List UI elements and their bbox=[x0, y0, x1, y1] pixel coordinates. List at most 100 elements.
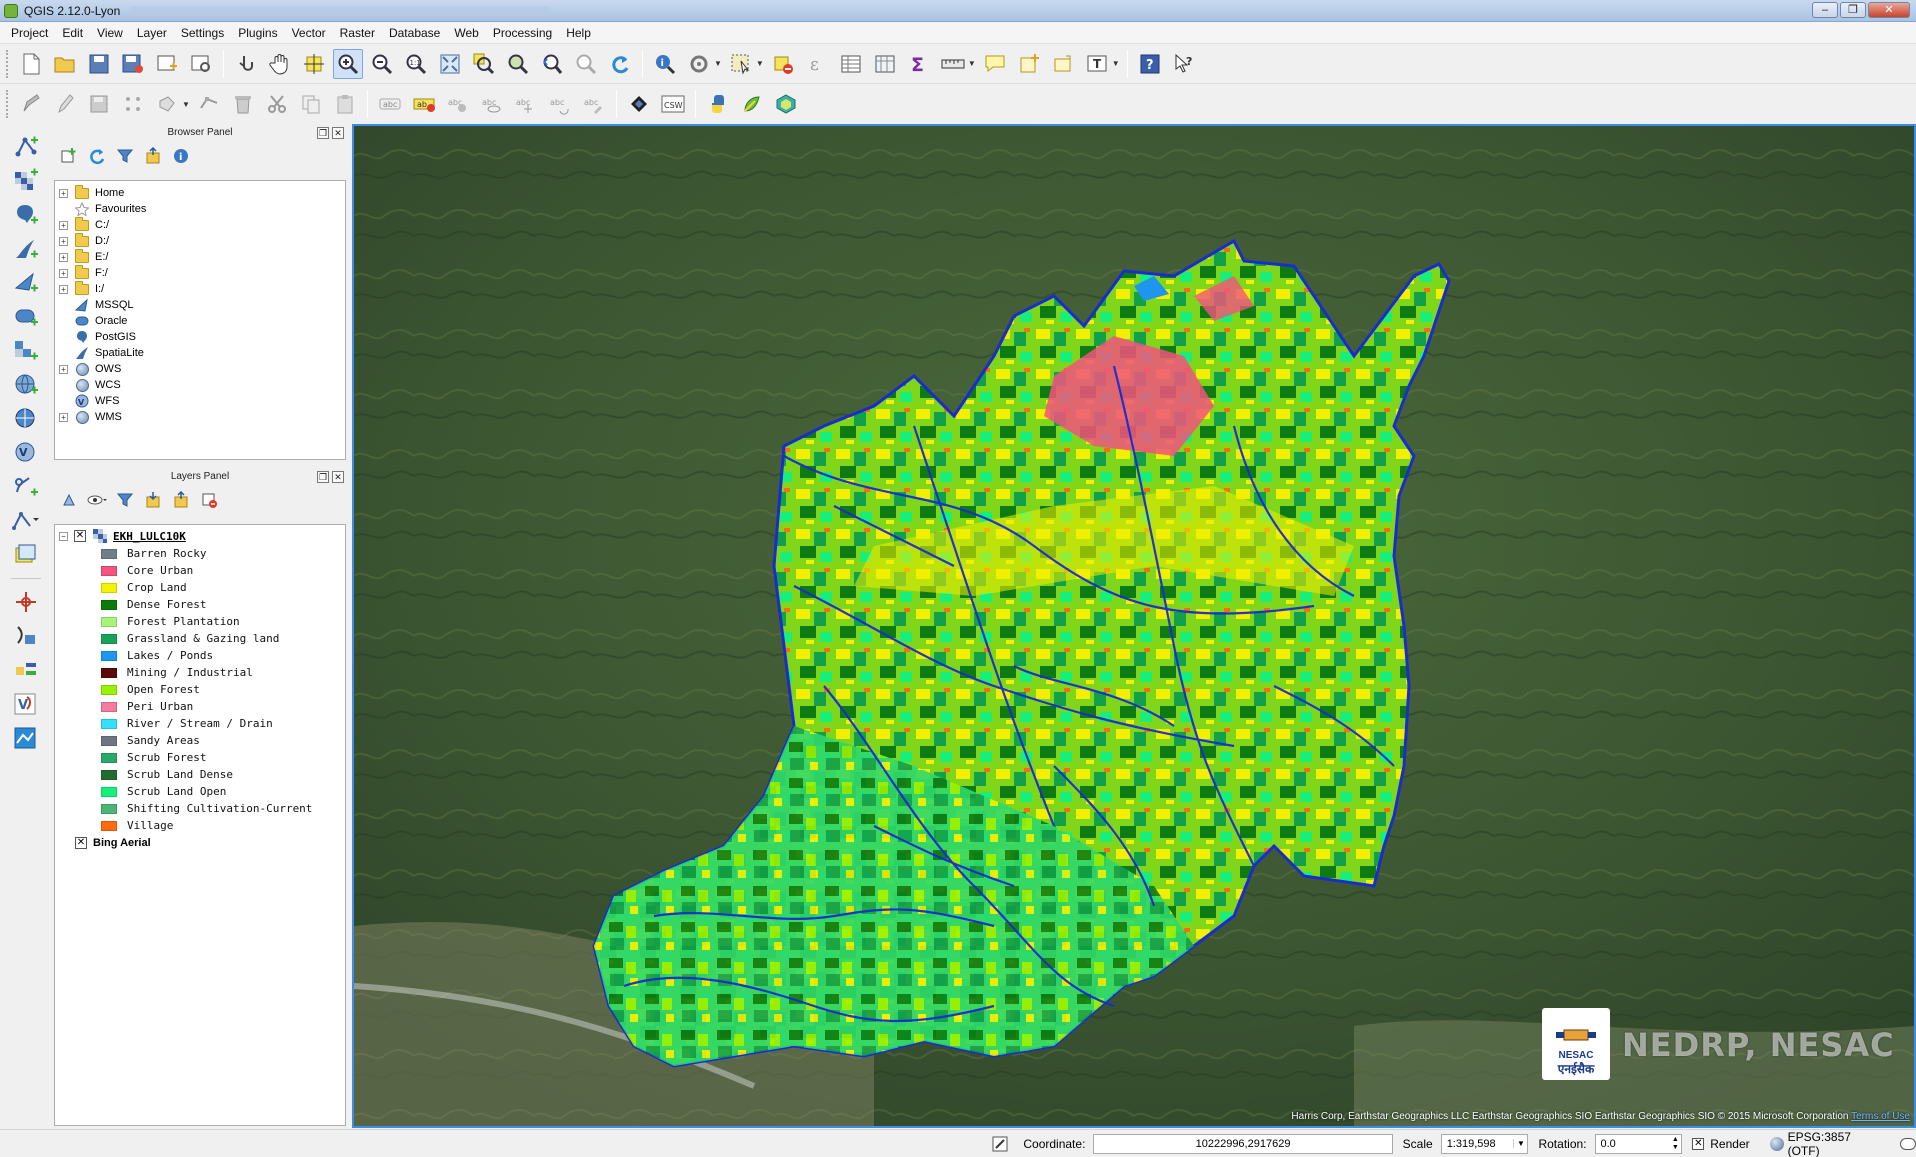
legend-item[interactable]: Village bbox=[55, 817, 345, 834]
add-selected-layer-icon[interactable] bbox=[58, 145, 80, 167]
browser-item-wcs[interactable]: WCS bbox=[55, 377, 345, 393]
legend-item[interactable]: Forest Plantation bbox=[55, 613, 345, 630]
legend-item[interactable]: River / Stream / Drain bbox=[55, 715, 345, 732]
scale-combobox[interactable]: 1:319,598 ▼ bbox=[1440, 1133, 1529, 1154]
toggle-extents-icon[interactable] bbox=[989, 1133, 1011, 1155]
layer-row-bing-aerial[interactable]: ✕ Bing Aerial bbox=[55, 834, 345, 852]
menu-vector[interactable]: Vector bbox=[285, 22, 333, 44]
pan-map-icon[interactable] bbox=[265, 49, 295, 79]
open-project-icon[interactable] bbox=[50, 49, 80, 79]
csw-icon[interactable]: CSW bbox=[658, 89, 688, 119]
expand-icon[interactable]: + bbox=[59, 284, 68, 294]
new-print-composer-icon[interactable] bbox=[152, 49, 182, 79]
select-features-icon[interactable] bbox=[726, 49, 756, 79]
delete-selected-icon[interactable] bbox=[228, 89, 258, 119]
move-label-icon[interactable]: abc bbox=[511, 89, 541, 119]
browser-item-wfs[interactable]: V WFS bbox=[55, 393, 345, 409]
dropdown-arrow-icon[interactable]: ▼ bbox=[182, 100, 190, 109]
expand-icon[interactable]: + bbox=[59, 236, 68, 246]
add-virtual-layer-icon[interactable] bbox=[10, 336, 42, 366]
zoom-native-icon[interactable]: 1:1 bbox=[401, 49, 431, 79]
move-feature-icon[interactable] bbox=[152, 89, 182, 119]
toggle-editing-icon[interactable] bbox=[50, 89, 80, 119]
spin-arrows-icon[interactable]: ▲ ▼ bbox=[1669, 1136, 1681, 1152]
close-panel-button[interactable]: ✕ bbox=[332, 127, 344, 139]
minimize-button[interactable]: – bbox=[1812, 2, 1838, 18]
layer-styling-icon[interactable] bbox=[58, 489, 80, 511]
legend-item[interactable]: Open Forest bbox=[55, 681, 345, 698]
menu-view[interactable]: View bbox=[90, 22, 130, 44]
add-mssql-layer-icon[interactable] bbox=[10, 268, 42, 298]
change-label-icon[interactable]: abc bbox=[579, 89, 609, 119]
browser-item-oracle[interactable]: Oracle bbox=[55, 313, 345, 329]
add-spatialite-layer-icon[interactable] bbox=[10, 234, 42, 264]
legend-item[interactable]: Core Urban bbox=[55, 562, 345, 579]
zoom-out-icon[interactable] bbox=[367, 49, 397, 79]
refresh-icon[interactable] bbox=[605, 49, 635, 79]
identify-features-icon[interactable]: i bbox=[650, 49, 680, 79]
chevron-down-icon[interactable]: ▼ bbox=[1513, 1139, 1527, 1148]
show-bookmarks-icon[interactable] bbox=[1048, 49, 1078, 79]
browser-item-mssql[interactable]: MSSQL bbox=[55, 297, 345, 313]
crs-globe-icon[interactable] bbox=[1769, 1136, 1784, 1151]
dropdown-arrow-icon[interactable]: ▼ bbox=[968, 59, 976, 68]
browser-item-i-drive[interactable]: + I:/ bbox=[55, 280, 345, 297]
show-hide-labels-icon[interactable]: abc bbox=[477, 89, 507, 119]
plugin-globe-icon[interactable] bbox=[771, 89, 801, 119]
menu-processing[interactable]: Processing bbox=[486, 22, 559, 44]
browser-item-favourites[interactable]: Favourites bbox=[55, 201, 345, 217]
rotate-label-icon[interactable]: abc bbox=[545, 89, 575, 119]
menu-database[interactable]: Database bbox=[382, 22, 447, 44]
legend-item[interactable]: Peri Urban bbox=[55, 698, 345, 715]
menu-settings[interactable]: Settings bbox=[174, 22, 231, 44]
terms-of-use-link[interactable]: Terms of Use bbox=[1851, 1111, 1910, 1122]
browser-item-home[interactable]: + Home bbox=[55, 184, 345, 201]
expand-all-icon[interactable] bbox=[142, 489, 164, 511]
browser-item-spatialite[interactable]: SpatiaLite bbox=[55, 345, 345, 361]
browser-item-f-drive[interactable]: + F:/ bbox=[55, 264, 345, 281]
pin-labels-icon[interactable]: abc bbox=[443, 89, 473, 119]
messages-icon[interactable] bbox=[1900, 1137, 1916, 1150]
refresh-icon[interactable] bbox=[86, 145, 108, 167]
menu-project[interactable]: Project bbox=[4, 22, 55, 44]
save-project-icon[interactable] bbox=[84, 49, 114, 79]
legend-item[interactable]: Lakes / Ponds bbox=[55, 647, 345, 664]
deselect-features-icon[interactable] bbox=[768, 49, 798, 79]
crs-status[interactable]: EPSG:3857 (OTF) bbox=[1788, 1130, 1886, 1157]
layer-visibility-checkbox[interactable]: ✕ bbox=[75, 837, 87, 849]
coordinate-field[interactable]: 10222996,2917629 bbox=[1093, 1133, 1393, 1154]
composer-manager-icon[interactable] bbox=[186, 49, 216, 79]
float-panel-button[interactable]: ❐ bbox=[317, 127, 329, 139]
legend-item[interactable]: Grassland & Gazing land bbox=[55, 630, 345, 647]
close-button[interactable]: ✕ bbox=[1868, 2, 1910, 18]
expand-icon[interactable]: + bbox=[59, 252, 68, 262]
pan-to-selection-icon[interactable] bbox=[299, 49, 329, 79]
add-gps-point-icon[interactable] bbox=[10, 587, 42, 617]
statistical-summary-icon[interactable]: Σ bbox=[904, 49, 934, 79]
toolbar-grip[interactable] bbox=[6, 49, 10, 78]
browser-item-e-drive[interactable]: + E:/ bbox=[55, 248, 345, 265]
legend-item[interactable]: Dense Forest bbox=[55, 596, 345, 613]
touch-zoom-icon[interactable] bbox=[231, 49, 261, 79]
browser-item-d-drive[interactable]: + D:/ bbox=[55, 232, 345, 249]
new-project-icon[interactable] bbox=[16, 49, 46, 79]
expand-icon[interactable]: + bbox=[59, 412, 68, 422]
paste-features-icon[interactable] bbox=[330, 89, 360, 119]
remove-layer-icon[interactable] bbox=[198, 489, 220, 511]
menu-edit[interactable]: Edit bbox=[55, 22, 90, 44]
maximize-button[interactable]: ❐ bbox=[1840, 2, 1866, 18]
add-wms-layer-icon[interactable] bbox=[10, 370, 42, 400]
browser-item-c-drive[interactable]: + C:/ bbox=[55, 216, 345, 233]
measure-line-icon[interactable] bbox=[938, 49, 968, 79]
legend-item[interactable]: Mining / Industrial bbox=[55, 664, 345, 681]
close-panel-button[interactable]: ✕ bbox=[332, 471, 344, 483]
map-canvas[interactable]: NESAC एनईसैक NEDRP, NESAC Harris Corp, E… bbox=[352, 124, 1916, 1128]
zoom-to-selection-icon[interactable] bbox=[469, 49, 499, 79]
add-wfs-layer-icon[interactable]: V bbox=[10, 438, 42, 468]
new-shapefile-icon[interactable] bbox=[10, 506, 42, 536]
dropdown-arrow-icon[interactable]: ▼ bbox=[1112, 59, 1120, 68]
legend-item[interactable]: Scrub Land Dense bbox=[55, 766, 345, 783]
whats-this-icon[interactable]: ? bbox=[1169, 49, 1199, 79]
menu-help[interactable]: Help bbox=[559, 22, 598, 44]
add-wcs-layer-icon[interactable] bbox=[10, 404, 42, 434]
